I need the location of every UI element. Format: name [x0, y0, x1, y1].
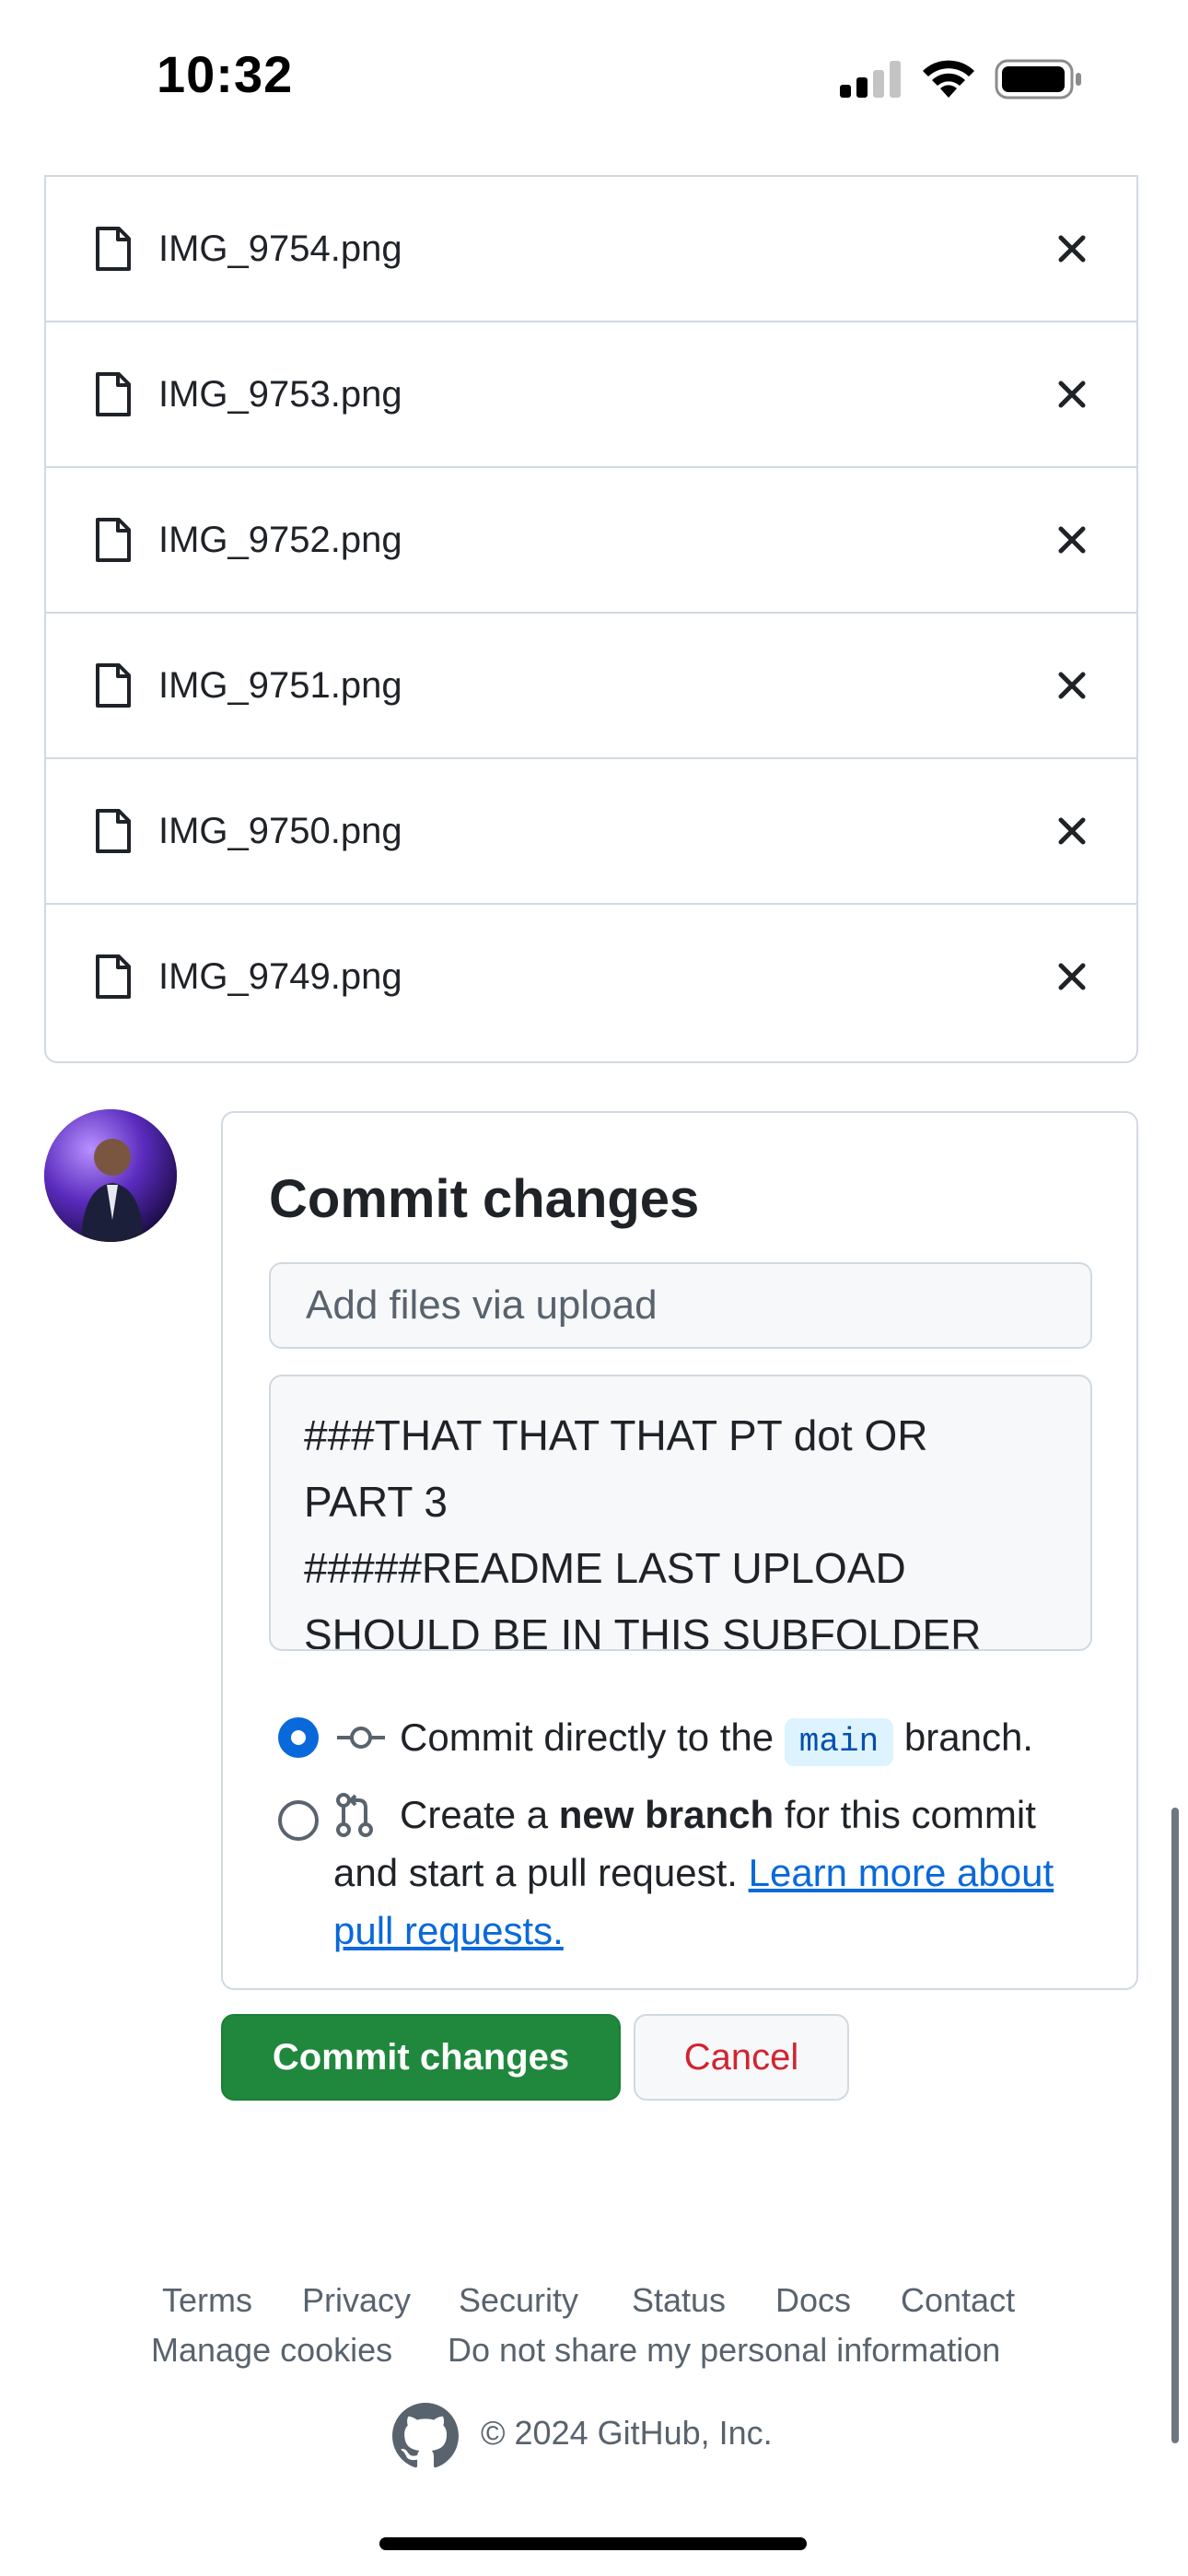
file-name: IMG_9750.png: [158, 810, 402, 851]
file-row: IMG_9749.png: [46, 903, 1136, 1048]
file-row: IMG_9754.png: [46, 175, 1136, 321]
signal-icon: [840, 61, 901, 98]
file-icon: [96, 809, 131, 853]
footer-link-contact[interactable]: Contact: [901, 2281, 1015, 2320]
footer-link-do-not-share[interactable]: Do not share my personal information: [448, 2331, 1000, 2370]
wifi-icon: [923, 60, 974, 98]
footer-link-manage-cookies[interactable]: Manage cookies: [151, 2331, 392, 2370]
footer-link-docs[interactable]: Docs: [775, 2281, 851, 2320]
file-row: IMG_9751.png: [46, 612, 1136, 757]
commit-description-textarea[interactable]: ###THAT THAT THAT PT dot OR PART 3 #####…: [269, 1375, 1092, 1651]
close-icon[interactable]: [1054, 958, 1090, 995]
file-row: IMG_9750.png: [46, 757, 1136, 903]
file-name: IMG_9753.png: [158, 373, 402, 415]
file-icon: [96, 518, 131, 562]
commit-changes-button[interactable]: Commit changes: [221, 2014, 621, 2101]
radio-new-branch[interactable]: [278, 1800, 319, 1841]
close-icon[interactable]: [1054, 521, 1090, 558]
file-name: IMG_9754.png: [158, 228, 402, 269]
close-icon[interactable]: [1054, 813, 1090, 849]
option-direct-prefix: Commit directly to the: [400, 1715, 775, 1759]
radio-commit-direct[interactable]: [278, 1717, 319, 1758]
option-new-branch-bold: new branch: [558, 1793, 775, 1836]
pull-requests-link[interactable]: pull requests.: [333, 1909, 564, 1952]
footer-link-status[interactable]: Status: [632, 2281, 726, 2320]
github-logo-icon[interactable]: [392, 2403, 459, 2469]
option-new-branch-prefix: Create a: [400, 1793, 549, 1836]
branch-name-pill: main: [784, 1718, 894, 1766]
home-indicator[interactable]: [379, 2537, 807, 2550]
footer-links-row1: Terms Privacy Security Status Docs Conta…: [0, 2281, 1188, 2325]
copyright-text: © 2024 GitHub, Inc.: [481, 2414, 773, 2452]
option-new-branch-rest: for this commit: [784, 1793, 1036, 1836]
commit-summary-input[interactable]: [269, 1262, 1092, 1349]
file-name: IMG_9751.png: [158, 664, 402, 706]
file-icon: [96, 954, 131, 999]
file-row: IMG_9753.png: [46, 321, 1136, 466]
commit-form: Commit changes ###THAT THAT THAT PT dot …: [221, 1111, 1138, 1990]
file-name: IMG_9749.png: [158, 955, 402, 997]
option-direct-text: Commit directly to the main branch.: [400, 1708, 1033, 1766]
close-icon[interactable]: [1054, 230, 1090, 267]
option-new-branch-line2-text: and start a pull request.: [333, 1851, 738, 1894]
option-new-branch-line3: pull requests.: [333, 1902, 564, 1960]
commit-icon: [337, 1727, 385, 1749]
status-time: 10:32: [157, 45, 294, 103]
commit-title: Commit changes: [269, 1169, 700, 1229]
close-icon[interactable]: [1054, 376, 1090, 413]
file-name: IMG_9752.png: [158, 519, 402, 560]
status-bar: 10:32: [0, 0, 1188, 166]
file-icon: [96, 227, 131, 271]
learn-more-link[interactable]: Learn more about: [749, 1851, 1054, 1894]
avatar-photo: [44, 1109, 177, 1242]
footer-link-privacy[interactable]: Privacy: [302, 2281, 411, 2320]
cancel-button[interactable]: Cancel: [634, 2014, 849, 2101]
avatar[interactable]: [44, 1109, 177, 1242]
option-direct-suffix: branch.: [903, 1715, 1033, 1759]
scrollbar[interactable]: [1171, 1808, 1179, 2443]
file-icon: [96, 372, 131, 416]
footer-links-row2: Manage cookies Do not share my personal …: [0, 2331, 1188, 2375]
battery-icon: [995, 59, 1081, 100]
pull-request-icon: [336, 1793, 373, 1837]
footer-link-terms[interactable]: Terms: [162, 2281, 252, 2320]
file-row: IMG_9752.png: [46, 466, 1136, 612]
file-icon: [96, 663, 131, 708]
option-new-branch-line2: and start a pull request. Learn more abo…: [333, 1844, 1054, 1902]
close-icon[interactable]: [1054, 667, 1090, 704]
option-new-branch-line1: Create a new branch for this commit: [400, 1786, 1036, 1844]
footer-link-security[interactable]: Security: [459, 2281, 578, 2320]
uploaded-file-list: IMG_9754.png IMG_9753.png IMG_9752.png I…: [44, 175, 1138, 1063]
